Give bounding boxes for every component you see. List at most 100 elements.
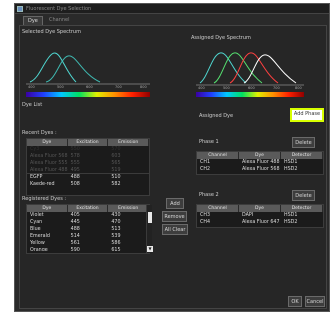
table-row[interactable]: Cy3 550 570 — [27, 146, 149, 153]
cell-detector[interactable]: HSD1 — [281, 212, 323, 219]
titlebar: Fluorescent Dye Selection — [15, 4, 329, 14]
add-phase-button[interactable]: Add Phase — [290, 108, 324, 122]
table-row[interactable]: Emerald 514 539 — [27, 233, 149, 240]
dye-panel: Selected Dye Spectrum 400 500 600 700 80… — [19, 25, 327, 309]
phase1-label: Phase 1 — [199, 139, 219, 145]
phase2-table-header: Channel Dye Detector — [197, 205, 323, 212]
phase2-delete-button[interactable]: Delete — [292, 190, 315, 201]
selected-axis-tick-0: 400 — [28, 85, 35, 88]
cell-dye: Kaede-red — [30, 182, 55, 187]
cell-excitation: 590 — [70, 248, 80, 251]
assigned-axis-tick-2: 600 — [248, 86, 255, 89]
tab-channel[interactable]: Channel — [45, 16, 74, 25]
assigned-axis-tick-1: 500 — [223, 86, 230, 89]
header-detector: Detector — [281, 152, 323, 159]
header-detector: Detector — [281, 205, 323, 212]
cell-detector[interactable]: HSD1 — [281, 159, 323, 166]
phase1-table[interactable]: Channel Dye Detector CH1 Alexa Fluor 488… — [196, 151, 324, 175]
cell-dye: DAPI — [242, 213, 254, 218]
recent-dyes-label: Recent Dyes : — [22, 130, 57, 136]
header-dye[interactable]: Dye — [27, 205, 68, 212]
header-excitation[interactable]: Excitation — [68, 205, 109, 212]
add-button[interactable]: Add — [166, 198, 184, 209]
cell-emission: 510 — [111, 175, 121, 180]
table-row[interactable]: CH4 Alexa Fluor 647 HSD2 — [197, 219, 323, 226]
all-clear-button[interactable]: All Clear — [162, 224, 188, 235]
dye-list-label: Dye List — [22, 102, 43, 108]
table-row[interactable]: Yellow 561 586 — [27, 240, 149, 247]
cell-dye: Blue — [30, 227, 41, 232]
table-row[interactable]: CH2 Alexa Fluor 568 HSD2 — [197, 166, 323, 173]
tab-dye[interactable]: Dye — [23, 16, 43, 25]
table-row[interactable]: Alexa Fluor 488 495 519 — [27, 167, 149, 174]
scroll-down-arrow-icon[interactable]: ▼ — [147, 246, 153, 252]
table-row[interactable]: EGFP 488 510 — [27, 174, 149, 181]
phase2-label: Phase 2 — [199, 192, 219, 198]
cell-excitation: 488 — [70, 227, 80, 232]
header-channel: Channel — [197, 152, 239, 159]
cell-emission: 519 — [111, 168, 121, 173]
assigned-spectrum-plot: 400 500 600 700 800 — [196, 52, 304, 89]
table-row[interactable]: Alexa Fluor 555 555 565 — [27, 160, 149, 167]
recent-table-header: Dye Excitation Emission — [27, 139, 150, 146]
table-row[interactable]: Alexa Fluor 568 578 603 — [27, 153, 149, 160]
cell-emission: 570 — [111, 147, 121, 152]
cell-dye: Cy3 — [30, 147, 40, 152]
table-row[interactable]: Blue 488 513 — [27, 226, 149, 233]
cell-dye: Alexa Fluor 647 — [242, 220, 280, 225]
cell-emission: 603 — [111, 154, 121, 159]
phase2-table[interactable]: Channel Dye Detector CH3 DAPI HSD1 CH4 A… — [196, 204, 324, 228]
assigned-axis-tick-4: 800 — [295, 86, 302, 89]
registered-scrollbar[interactable]: ▼ — [146, 205, 153, 253]
cancel-button[interactable]: Cancel — [305, 296, 325, 307]
table-row[interactable]: Kaede-red 508 582 — [27, 181, 149, 188]
header-excitation[interactable]: Excitation — [68, 139, 109, 146]
cell-channel: CH4 — [200, 220, 211, 225]
cell-channel: CH1 — [200, 160, 211, 165]
cell-excitation: 445 — [70, 220, 80, 225]
header-dye: Dye — [239, 152, 281, 159]
table-row[interactable]: Cyan 445 470 — [27, 219, 149, 226]
recent-dyes-table[interactable]: Dye Excitation Emission Cy3 550 570 Alex… — [26, 138, 150, 196]
dye-selection-window: Fluorescent Dye Selection Dye Channel Se… — [14, 3, 330, 312]
ok-button[interactable]: OK — [288, 296, 302, 307]
cell-detector[interactable]: HSD2 — [281, 166, 323, 173]
cell-dye: Emerald — [30, 234, 50, 239]
cell-dye: Alexa Fluor 555 — [30, 161, 68, 166]
cell-dye: Orange — [30, 248, 48, 251]
selected-axis-tick-1: 500 — [57, 85, 64, 88]
phase1-table-header: Channel Dye Detector — [197, 152, 323, 159]
cell-channel: CH2 — [200, 167, 211, 172]
cell-emission: 615 — [111, 248, 121, 251]
cell-emission: 582 — [111, 182, 121, 187]
cell-dye: EGFP — [30, 175, 43, 180]
assigned-axis-tick-0: 400 — [198, 86, 205, 89]
cell-detector[interactable]: HSD2 — [281, 219, 323, 226]
cell-emission: 586 — [111, 241, 121, 246]
assigned-rainbow-bar — [196, 92, 304, 97]
scroll-thumb[interactable] — [148, 212, 152, 223]
cell-dye: Violet — [30, 213, 44, 218]
table-row[interactable]: Orange 590 615 — [27, 247, 149, 251]
selected-rainbow-bar — [26, 92, 150, 97]
remove-button[interactable]: Remove — [162, 211, 187, 222]
registered-dyes-table[interactable]: Dye Excitation Emission Violet 405 430 C… — [26, 204, 150, 254]
selected-spectrum-plot: 400 500 600 700 800 — [26, 52, 150, 88]
cell-excitation: 555 — [70, 161, 80, 166]
cell-excitation: 488 — [70, 175, 80, 180]
table-row[interactable]: CH1 Alexa Fluor 488 HSD1 — [197, 159, 323, 166]
cell-dye: Alexa Fluor 568 — [30, 154, 68, 159]
cell-dye: Cyan — [30, 220, 43, 225]
header-emission[interactable]: Emission — [108, 139, 150, 146]
header-emission[interactable]: Emission — [108, 205, 150, 212]
table-row[interactable]: Violet 405 430 — [27, 212, 149, 219]
cell-excitation: 578 — [70, 154, 80, 159]
header-dye[interactable]: Dye — [27, 139, 68, 146]
cell-emission: 565 — [111, 161, 121, 166]
phase1-delete-button[interactable]: Delete — [292, 137, 315, 148]
selected-axis-tick-4: 800 — [140, 85, 147, 88]
cell-dye: Alexa Fluor 488 — [30, 168, 68, 173]
registered-dyes-label: Registered Dyes : — [22, 196, 67, 202]
window-title: Fluorescent Dye Selection — [26, 6, 92, 12]
table-row[interactable]: CH3 DAPI HSD1 — [197, 212, 323, 219]
